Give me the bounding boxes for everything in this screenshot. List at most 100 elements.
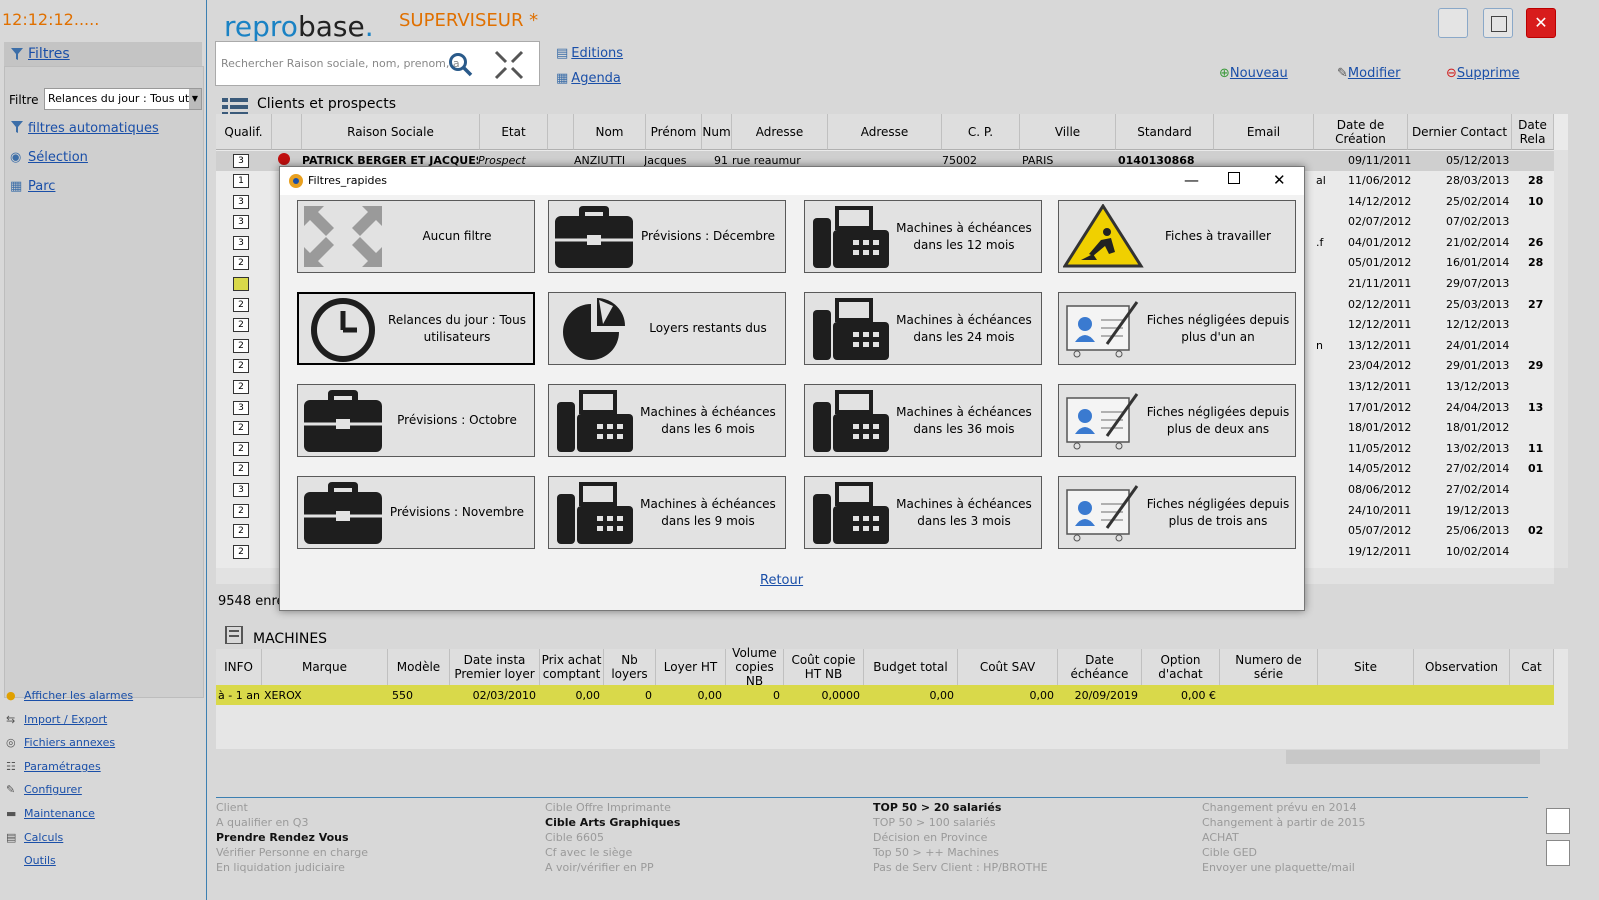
col-date-relance[interactable]: Date Rela [1512,114,1554,150]
edit-icon[interactable] [1546,840,1570,866]
mcol-date-insta[interactable]: Date insta Premier loyer [450,649,540,685]
mcol-info[interactable]: INFO [216,649,262,685]
nav-parc[interactable]: ▦ Parc [10,179,55,194]
tag-item[interactable]: En liquidation judiciaire [216,860,345,875]
tag-item[interactable]: TOP 50 > 20 salariés [873,800,1001,815]
maximize-button[interactable] [1483,8,1513,38]
tile-4[interactable]: Fiches à travailler [1058,200,1296,273]
agenda-link[interactable]: ▦ Agenda [556,71,621,86]
tag-item[interactable]: ACHAT [1202,830,1239,845]
col-raison-sociale[interactable]: Raison Sociale [302,114,480,150]
nav-filtres-automatiques[interactable]: filtres automatiques [10,120,159,136]
col-dernier-contact[interactable]: Dernier Contact [1408,114,1512,150]
tag-item[interactable]: Décision en Province [873,830,987,845]
tile-2[interactable]: Prévisions : Décembre [548,200,786,273]
machines-table[interactable]: INFO Marque Modèle Date insta Premier lo… [216,646,1568,749]
tile-10[interactable]: Machines à échéances dans les 6 mois [548,384,786,457]
mcol-nb-loyers[interactable]: Nb loyers [604,649,656,685]
cube-icon[interactable] [1546,808,1570,834]
tile-8[interactable]: Fiches négligées depuis plus d'un an [1058,292,1296,365]
mcol-loyer-ht[interactable]: Loyer HT [656,649,726,685]
col-standard[interactable]: Standard [1116,114,1214,150]
mcol-cat[interactable]: Cat [1510,649,1554,685]
tile-15[interactable]: Machines à échéances dans les 3 mois [804,476,1042,549]
tile-12[interactable]: Fiches négligées depuis plus de deux ans [1058,384,1296,457]
tag-item[interactable]: TOP 50 > 100 salariés [873,815,996,830]
tag-item[interactable]: Pas de Serv Client : HP/BROTHE [873,860,1048,875]
link-fichiers-annexes[interactable]: ◎ Fichiers annexes [6,736,115,749]
editions-link[interactable]: ▤ Editions [556,46,623,61]
tile-6[interactable]: Loyers restants dus [548,292,786,365]
tile-3[interactable]: Machines à échéances dans les 12 mois [804,200,1042,273]
tile-16[interactable]: Fiches négligées depuis plus de trois an… [1058,476,1296,549]
machine-row[interactable]: à - 1 an XEROX 550 02/03/2010 0,00 0 0,0… [216,685,1554,705]
col-num[interactable]: Num [702,114,732,150]
link-outils[interactable]: Outils [24,854,56,867]
link-maintenance[interactable]: ▬ Maintenance [6,807,95,820]
vertical-scrollbar[interactable] [1554,150,1568,568]
mcol-observation[interactable]: Observation [1414,649,1510,685]
tag-item[interactable]: Prendre Rendez Vous [216,830,349,845]
col-adresse[interactable]: Adresse [732,114,828,150]
mcol-date-echeance[interactable]: Date échéance [1058,649,1142,685]
close-button[interactable]: ✕ [1526,8,1556,38]
dialog-minimize-button[interactable]: — [1184,171,1199,189]
tile-5[interactable]: Relances du jour : Tous utilisateurs [297,292,535,365]
col-qualif[interactable]: Qualif. [216,114,272,150]
col-prenom[interactable]: Prénom [646,114,702,150]
col-email[interactable]: Email [1214,114,1314,150]
tile-1[interactable]: Aucun filtre [297,200,535,273]
col-cp[interactable]: C. P. [942,114,1020,150]
tag-item[interactable]: Changement prévu en 2014 [1202,800,1357,815]
col-flag[interactable] [272,114,302,150]
link-import-export[interactable]: ⇆ Import / Export [6,713,107,726]
filtre-select[interactable]: Relances du jour : Tous utilis ▼ [44,88,202,110]
mcol-cout-sav[interactable]: Coût SAV [958,649,1058,685]
machines-hscroll[interactable] [1286,750,1540,764]
tile-7[interactable]: Machines à échéances dans les 24 mois [804,292,1042,365]
nav-selection[interactable]: ◉ Sélection [10,150,88,165]
tag-item[interactable]: Cible 6605 [545,830,604,845]
dialog-close-button[interactable]: ✕ [1273,171,1286,189]
mcol-prix-achat[interactable]: Prix achat comptant [540,649,604,685]
tag-item[interactable]: Cible Offre Imprimante [545,800,671,815]
mcol-budget-total[interactable]: Budget total [864,649,958,685]
tag-item[interactable]: Top 50 > ++ Machines [873,845,999,860]
link-calculs[interactable]: ▤ Calculs [6,831,63,844]
col-ville[interactable]: Ville [1020,114,1116,150]
dialog-maximize-button[interactable] [1228,172,1240,184]
modifier-button[interactable]: ✎Modifier [1337,66,1400,81]
col-adresse2[interactable]: Adresse [828,114,942,150]
retour-button[interactable]: Retour [760,573,803,588]
tile-11[interactable]: Machines à échéances dans les 36 mois [804,384,1042,457]
tile-13[interactable]: Prévisions : Novembre [297,476,535,549]
tag-item[interactable]: Cible Arts Graphiques [545,815,680,830]
col-etat[interactable]: Etat [480,114,548,150]
mcol-cout-copie[interactable]: Coût copie HT NB [784,649,864,685]
mcol-modele[interactable]: Modèle [388,649,450,685]
mcol-site[interactable]: Site [1318,649,1414,685]
tag-item[interactable]: A voir/vérifier en PP [545,860,654,875]
tag-item[interactable]: A qualifier en Q3 [216,815,308,830]
supprime-button[interactable]: ⊖Supprime [1446,66,1520,81]
col-blank[interactable] [548,114,574,150]
tile-9[interactable]: Prévisions : Octobre [297,384,535,457]
tag-item[interactable]: Vérifier Personne en charge [216,845,368,860]
collapse-icon[interactable] [494,50,524,80]
tile-14[interactable]: Machines à échéances dans les 9 mois [548,476,786,549]
search-box[interactable]: Rechercher Raison sociale, nom, prenom, … [215,41,540,86]
link-afficher-alarmes[interactable]: ● Afficher les alarmes [6,689,133,702]
search-input[interactable]: Rechercher Raison sociale, nom, prenom, … [221,57,460,70]
link-parametrages[interactable]: ☷ Paramétrages [6,760,101,773]
filtres-header[interactable]: Filtres [4,42,202,66]
mcol-option-achat[interactable]: Option d'achat [1142,649,1220,685]
filtres-link[interactable]: Filtres [28,46,70,62]
chevron-down-icon[interactable]: ▼ [189,89,201,109]
tag-item[interactable]: Cible GED [1202,845,1257,860]
tag-item[interactable]: Changement à partir de 2015 [1202,815,1366,830]
link-configurer[interactable]: ✎ Configurer [6,783,82,796]
col-nom[interactable]: Nom [574,114,646,150]
col-date-creation[interactable]: Date de Création [1314,114,1408,150]
mcol-volume[interactable]: Volume copies NB [726,646,784,688]
mcol-numero-serie[interactable]: Numero de série [1220,649,1318,685]
